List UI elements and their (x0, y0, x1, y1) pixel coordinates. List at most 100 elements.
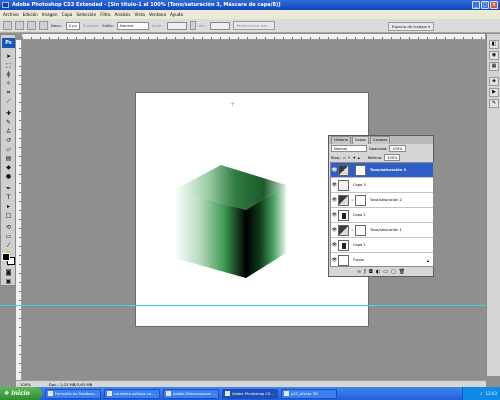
styles-panel-icon[interactable]: ◈ (489, 77, 499, 86)
eraser-tool-icon[interactable]: ▱ (4, 146, 13, 153)
taskbar-item[interactable]: Adobe Photoshop CS... (222, 388, 278, 399)
feather-input[interactable]: 0 px (65, 21, 80, 30)
layer-row[interactable]: 👁︎ Capa 3 (331, 178, 433, 193)
subtract-selection-icon[interactable] (39, 21, 48, 30)
eye-icon[interactable]: 👁︎ (331, 168, 338, 173)
start-button[interactable]: ❖ Inicio (0, 387, 42, 400)
menu-vista[interactable]: Vista (135, 12, 145, 17)
swap-dimensions-icon[interactable] (189, 21, 196, 30)
workspace-button[interactable]: Espacio de trabajo ▾ (387, 22, 434, 31)
new-layer-icon[interactable]: ▢ (391, 269, 396, 275)
lock-transparency-icon[interactable]: ▫ (343, 156, 345, 160)
document-info[interactable]: Doc.: 1,03 MB/3,63 MB (49, 382, 92, 387)
marquee-tool-icon[interactable]: ⬚ (4, 62, 13, 69)
adjustment-layer-icon[interactable]: ◐ (376, 269, 380, 275)
screen-mode-icon[interactable]: ▣ (4, 278, 13, 285)
mask-thumbnail[interactable] (355, 194, 366, 206)
marquee-tool-icon[interactable] (3, 21, 12, 30)
width-input[interactable] (166, 21, 187, 30)
history-brush-icon[interactable]: ↺ (4, 137, 13, 144)
mask-thumbnail[interactable] (355, 224, 366, 236)
quick-mask-icon[interactable]: ◙ (4, 269, 13, 276)
tab-historia[interactable]: Historia (331, 136, 351, 144)
brush-tool-icon[interactable]: ✎ (4, 119, 13, 126)
eye-icon[interactable]: 👁︎ (331, 258, 338, 263)
path-selection-icon[interactable]: ▸ (4, 203, 13, 210)
lock-position-icon[interactable]: ✥ (353, 156, 356, 160)
layer-row[interactable]: 👁︎ ∞ Tono/saturación 3 (331, 163, 433, 178)
menu-filtro[interactable]: Filtro (100, 12, 110, 17)
layer-row[interactable]: 👁︎ Fondo 🔒︎ (331, 253, 433, 266)
blur-tool-icon[interactable]: ◆ (4, 164, 13, 171)
taskbar-item[interactable]: p23_efecto 3D (281, 388, 337, 399)
clock[interactable]: 13:03 (485, 391, 497, 396)
eye-icon[interactable]: 👁︎ (331, 213, 338, 218)
tab-capas[interactable]: Capas (351, 136, 369, 144)
layer-style-icon[interactable]: ƒ (364, 269, 366, 275)
menu-seleccion[interactable]: Selección (76, 12, 96, 17)
swatches-panel-icon[interactable]: ▦ (489, 62, 499, 71)
slice-tool-icon[interactable]: ⟋ (4, 98, 13, 105)
notes-tool-icon[interactable]: ▭ (4, 233, 13, 240)
close-icon[interactable]: × (490, 1, 498, 9)
navigator-panel-icon[interactable]: ◧ (489, 40, 499, 49)
fill-input[interactable]: 100% (384, 154, 401, 161)
crop-tool-icon[interactable]: ⌗ (4, 89, 13, 96)
menu-ayuda[interactable]: Ayuda (170, 12, 183, 17)
opacity-input[interactable]: 100% (389, 145, 406, 152)
magic-wand-tool-icon[interactable]: ✧ (4, 80, 13, 87)
layer-row[interactable]: 👁︎ Capa 1 (331, 238, 433, 253)
dodge-tool-icon[interactable]: ● (4, 173, 13, 180)
foreground-color-swatch[interactable] (2, 253, 10, 261)
3d-rotate-tool-icon[interactable]: ⟲ (4, 224, 13, 231)
layer-row[interactable]: 👁︎ ∞ Tono/saturación 1 (331, 223, 433, 238)
blend-mode-select[interactable]: Normal (331, 145, 367, 152)
color-panel-icon[interactable]: ◉ (489, 51, 499, 60)
eye-icon[interactable]: 👁︎ (331, 228, 338, 233)
eye-icon[interactable]: 👁︎ (331, 183, 338, 188)
link-layers-icon[interactable]: ∞ (357, 269, 361, 275)
horizontal-guide[interactable] (0, 305, 500, 306)
delete-layer-icon[interactable]: 🗑︎ (399, 269, 405, 275)
new-group-icon[interactable]: ▭ (383, 269, 388, 275)
height-input[interactable] (209, 21, 230, 30)
layer-row[interactable]: 👁︎ Capa 2 (331, 208, 433, 223)
refine-edge-button[interactable]: Perfeccionar bor... (232, 21, 275, 30)
gradient-tool-icon[interactable]: ▤ (4, 155, 13, 162)
style-select[interactable]: Normal (116, 21, 149, 30)
antialias-checkbox-label[interactable]: Suavizar (83, 23, 99, 28)
move-tool-icon[interactable]: ➤ (4, 53, 13, 60)
healing-brush-icon[interactable]: ✚ (4, 110, 13, 117)
eyedropper-tool-icon[interactable]: ⁄ (4, 242, 13, 249)
taskbar-item[interactable]: Farmville en Faceboo... (45, 388, 101, 399)
pen-tool-icon[interactable]: ✒ (4, 185, 13, 192)
zoom-level[interactable]: 100% (20, 382, 31, 387)
lock-all-icon[interactable]: 🔒︎ (358, 156, 360, 160)
menu-analisis[interactable]: Análisis (115, 12, 131, 17)
maximize-icon[interactable]: □ (481, 1, 489, 9)
menu-edicion[interactable]: Edición (23, 12, 38, 17)
mask-thumbnail[interactable] (355, 164, 366, 176)
stamp-tool-icon[interactable]: ♙ (4, 128, 13, 135)
eye-icon[interactable]: 👁︎ (331, 243, 338, 248)
add-mask-icon[interactable]: ◘ (369, 269, 373, 275)
menu-ventana[interactable]: Ventana (149, 12, 166, 17)
type-tool-icon[interactable]: T (4, 194, 13, 201)
lasso-tool-icon[interactable]: ϕ (4, 71, 13, 78)
eye-icon[interactable]: 👁︎ (331, 198, 338, 203)
lock-image-icon[interactable]: ✎ (348, 156, 351, 160)
menu-archivo[interactable]: Archivo (3, 12, 19, 17)
shape-tool-icon[interactable]: □ (4, 212, 13, 219)
taskbar-item[interactable]: Adobe Dreamweaver ... (163, 388, 219, 399)
menu-capa[interactable]: Capa (62, 12, 73, 17)
actions-panel-icon[interactable]: ▶ (489, 88, 499, 97)
speaker-icon[interactable]: ♪ (480, 391, 483, 396)
menu-imagen[interactable]: Imagen (42, 12, 58, 17)
tab-canales[interactable]: Canales (369, 136, 391, 144)
minimize-icon[interactable]: _ (472, 1, 480, 9)
new-selection-icon[interactable] (15, 21, 24, 30)
layer-row[interactable]: 👁︎ ∞ Tono/saturación 2 (331, 193, 433, 208)
taskbar-item[interactable]: carretera sultana co... (104, 388, 160, 399)
add-selection-icon[interactable] (27, 21, 36, 30)
paths-panel-icon[interactable]: ✎ (489, 99, 499, 108)
